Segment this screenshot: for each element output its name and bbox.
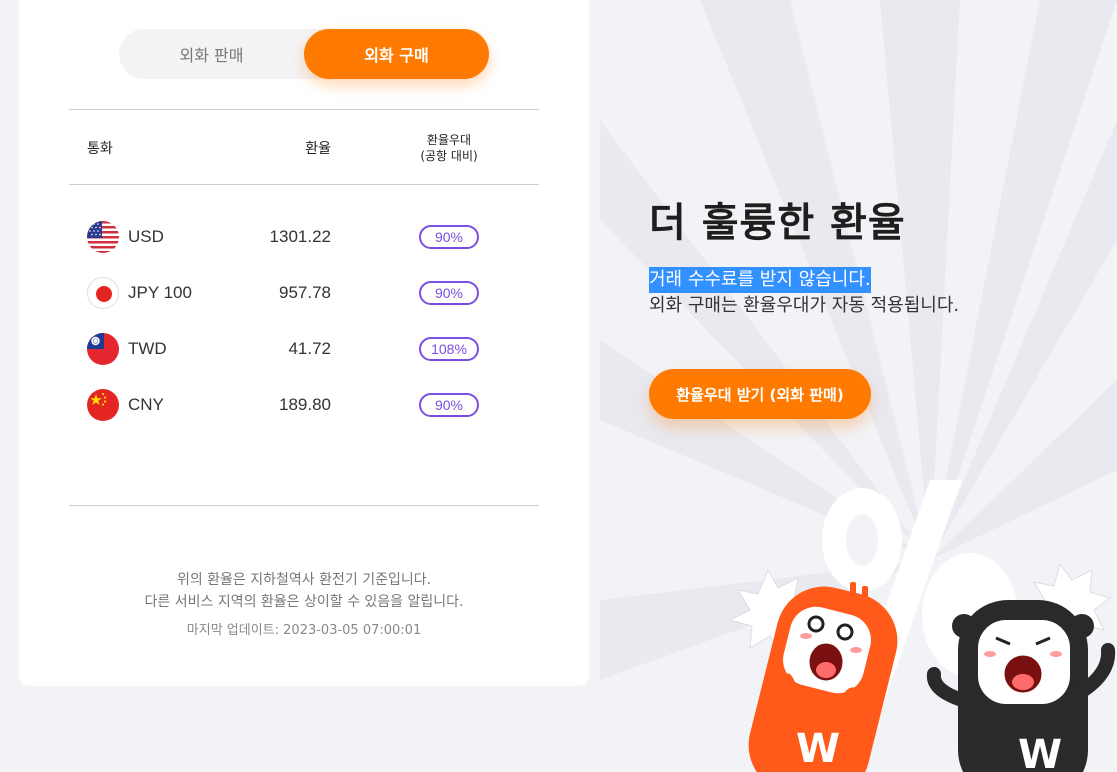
svg-text:W: W xyxy=(1018,732,1062,772)
rate-value: 41.72 xyxy=(288,339,331,358)
currency-code: CNY xyxy=(128,395,164,414)
promo-line: 외화 구매는 환율우대가 자동 적용됩니다. xyxy=(649,295,960,316)
promo-title: 더 훌륭한 환율 xyxy=(649,200,906,246)
preference-badge: 90% xyxy=(419,393,479,417)
rate-value: 189.80 xyxy=(279,395,331,414)
table-row: CNY 189.80 90% xyxy=(69,387,539,423)
rate-value: 957.78 xyxy=(279,283,331,302)
note-line: 다른 서비스 지역의 환율은 상이할 수 있음을 알립니다. xyxy=(144,594,464,610)
table-row: USD 1301.22 90% xyxy=(69,219,539,255)
last-updated: 마지막 업데이트: 2023-03-05 07:00:01 xyxy=(186,623,422,638)
get-preference-button[interactable]: 환율우대 받기 (외화 판매) xyxy=(649,369,871,419)
promo-line-highlighted: 거래 수수료를 받지 않습니다. xyxy=(649,267,871,293)
svg-text:W: W xyxy=(796,726,840,772)
rate-value: 1301.22 xyxy=(269,227,331,246)
header-preference: 환율우대 (공항 대비) xyxy=(399,132,499,164)
china-flag-icon xyxy=(87,389,119,421)
table-body: USD 1301.22 90% JPY 100 957.78 90% TWD 4… xyxy=(69,185,539,506)
japan-flag-icon xyxy=(87,277,119,309)
header-preference-sub: (공항 대비) xyxy=(420,149,478,163)
currency-code: USD xyxy=(128,227,164,246)
exchange-rate-card: 외화 판매 외화 구매 통화 환율 환율우대 (공항 대비) USD 1301.… xyxy=(19,0,589,686)
trade-type-tabs: 외화 판매 외화 구매 xyxy=(119,29,489,79)
rate-notes: 위의 환율은 지하철역사 환전기 기준입니다. 다른 서비스 지역의 환율은 상… xyxy=(19,569,589,642)
header-preference-label: 환율우대 xyxy=(426,133,472,147)
table-row: JPY 100 957.78 90% xyxy=(69,275,539,311)
preference-badge: 90% xyxy=(419,281,479,305)
tab-buy[interactable]: 외화 구매 xyxy=(304,29,489,79)
black-mascot-icon: W xyxy=(926,600,1116,772)
tab-sell[interactable]: 외화 판매 xyxy=(119,29,304,79)
table-header: 통화 환율 환율우대 (공항 대비) xyxy=(69,109,539,185)
mascot-illustration: W W xyxy=(728,480,1116,772)
note-line: 위의 환율은 지하철역사 환전기 기준입니다. xyxy=(176,572,432,588)
taiwan-flag-icon xyxy=(87,333,119,365)
header-rate: 환율 xyxy=(305,141,331,157)
promo-section: 더 훌륭한 환율 거래 수수료를 받지 않습니다. 외화 구매는 환율우대가 자… xyxy=(649,193,960,419)
preference-badge: 90% xyxy=(419,225,479,249)
preference-badge: 108% xyxy=(419,337,479,361)
rate-table: 통화 환율 환율우대 (공항 대비) USD 1301.22 90% JPY 1… xyxy=(69,109,539,506)
table-row: TWD 41.72 108% xyxy=(69,331,539,367)
header-currency: 통화 xyxy=(87,141,113,157)
currency-code: JPY 100 xyxy=(128,283,192,302)
currency-code: TWD xyxy=(128,339,167,358)
us-flag-icon xyxy=(87,221,119,253)
